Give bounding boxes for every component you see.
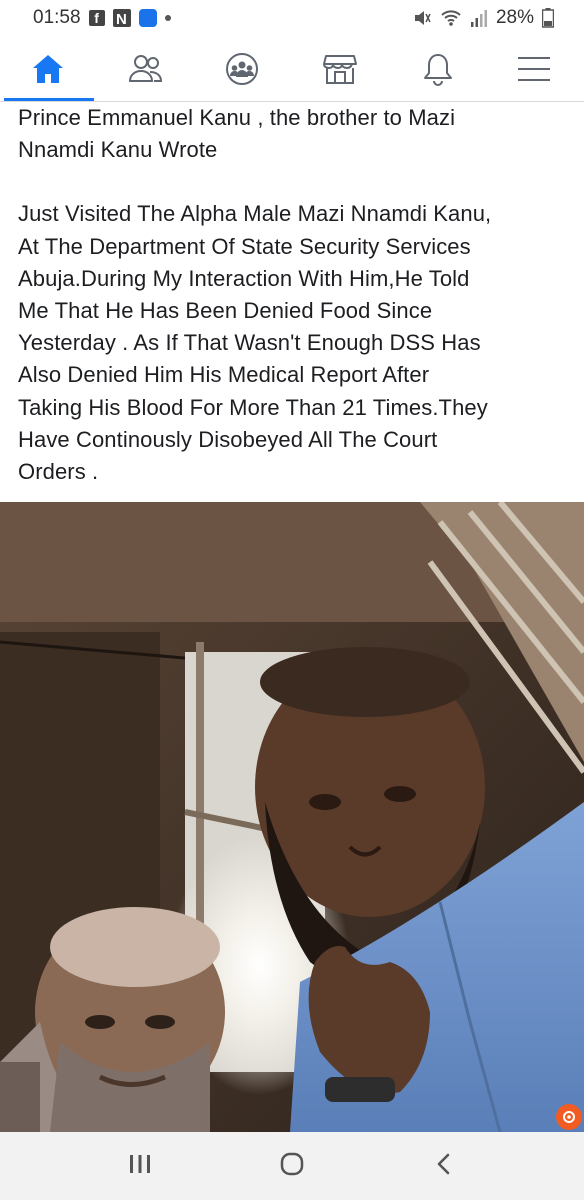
facebook-nav-bar — [0, 36, 584, 102]
status-time: 01:58 — [33, 7, 81, 28]
nav-menu[interactable] — [486, 36, 582, 102]
back-icon — [434, 1152, 454, 1181]
post-line: Orders . — [18, 459, 99, 485]
mute-icon — [412, 8, 432, 28]
nav-notifications[interactable] — [390, 36, 486, 102]
status-right: 28% — [412, 7, 554, 29]
nav-friends[interactable] — [98, 36, 194, 102]
post-line: Just Visited The Alpha Male Mazi Nnamdi … — [18, 201, 492, 227]
hamburger-menu-icon — [517, 55, 551, 83]
post-line: Me That He Has Been Denied Food Since — [18, 298, 433, 324]
battery-icon — [542, 8, 554, 28]
post-line: Yesterday . As If That Wasn't Enough DSS… — [18, 330, 481, 356]
post-line: Taking His Blood For More Than 21 Times.… — [18, 394, 488, 420]
nav-groups[interactable] — [194, 36, 290, 102]
back-button[interactable] — [414, 1146, 474, 1186]
post-line: Also Denied Him His Medical Report After — [18, 362, 430, 388]
post-text: Prince Emmanuel Kanu , the brother to Ma… — [18, 102, 568, 488]
groups-icon — [224, 51, 260, 87]
home-button[interactable] — [262, 1146, 322, 1186]
android-nav-bar — [0, 1132, 584, 1200]
post-line: Prince Emmanuel Kanu , the brother to Ma… — [18, 105, 456, 130]
status-left: 01:58 f N — [33, 7, 171, 29]
battery-percent: 28% — [495, 7, 534, 28]
bell-icon — [422, 52, 454, 86]
wifi-icon — [440, 8, 462, 28]
nav-marketplace[interactable] — [292, 36, 388, 102]
photo-image — [0, 502, 584, 1132]
recent-apps-button[interactable] — [110, 1146, 170, 1186]
post-line: Have Continously Disobeyed All The Court — [18, 426, 438, 452]
marketplace-icon — [322, 52, 358, 86]
post-line: Abuja.During My Interaction With Him,He … — [18, 265, 470, 291]
signal-icon — [470, 8, 488, 28]
nav-home[interactable] — [0, 36, 96, 102]
home-icon — [30, 52, 66, 86]
badge-icon — [556, 1104, 582, 1130]
svg-text:N: N — [116, 11, 127, 27]
post-line: Nnamdi Kanu Wrote — [18, 137, 218, 163]
dot-icon — [164, 15, 171, 21]
status-bar: 01:58 f N 28% — [0, 0, 584, 36]
home-circle-icon — [279, 1151, 305, 1182]
app-icon — [138, 9, 157, 27]
recent-apps-icon — [128, 1153, 152, 1180]
friends-icon — [128, 53, 164, 85]
post-line: At The Department Of State Security Serv… — [18, 233, 471, 259]
facebook-icon: f — [88, 10, 105, 26]
post-photo[interactable] — [0, 502, 584, 1132]
nairaland-icon: N — [112, 9, 131, 27]
